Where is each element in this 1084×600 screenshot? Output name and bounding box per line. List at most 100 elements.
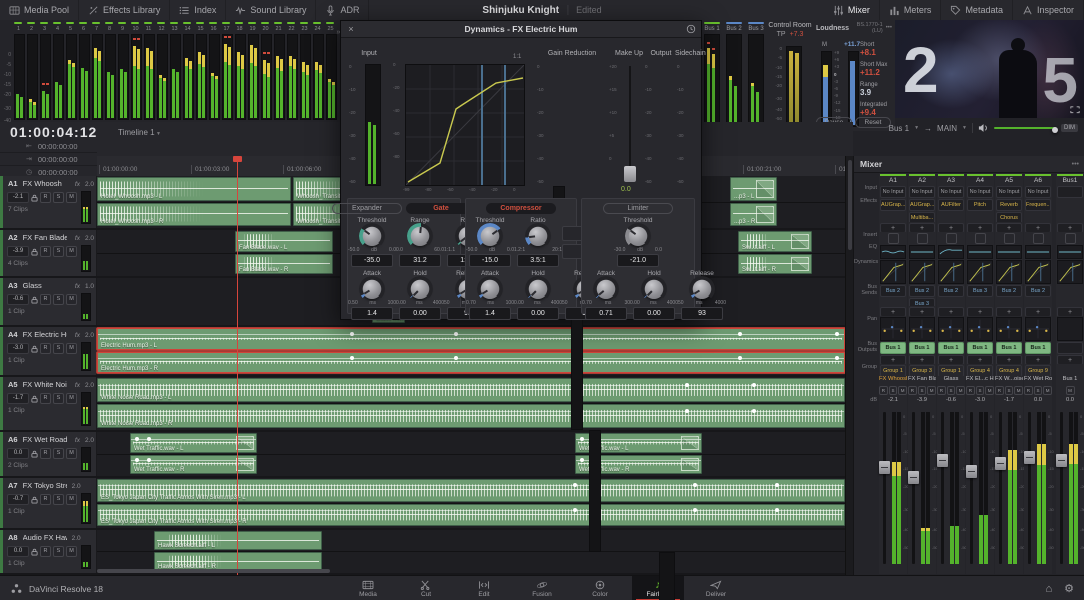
track-r-button[interactable]: R	[40, 343, 51, 354]
track-s-button[interactable]: S	[53, 294, 64, 305]
knob-value[interactable]: 0.71	[585, 307, 627, 320]
knob-control[interactable]	[477, 276, 503, 302]
strip-m-button[interactable]: M	[927, 386, 937, 395]
audio-clip[interactable]: ...p3 - L	[730, 177, 777, 201]
strip-s-button[interactable]: S	[1004, 386, 1014, 395]
fade-handle[interactable]	[756, 180, 774, 198]
knob-control[interactable]	[689, 276, 715, 302]
page-tab-color[interactable]: Color	[574, 576, 626, 600]
track-gain-value[interactable]: -3.9	[7, 246, 29, 257]
fade-handle[interactable]	[756, 205, 774, 223]
automation-point[interactable]	[774, 507, 779, 512]
dynamics-thumbnail[interactable]	[967, 260, 993, 284]
track-gain-value[interactable]: -3.0	[7, 343, 29, 354]
gate-tab-expander[interactable]: Expander	[332, 203, 402, 214]
strip-s-button[interactable]: S	[946, 386, 956, 395]
lock-icon[interactable]	[31, 194, 38, 202]
bus-send-slot[interactable]: Bus 2	[938, 285, 964, 297]
audio-clip[interactable]: ES_Tokyo Japan City Traffic Atmos With S…	[97, 503, 845, 526]
bus-send-slot[interactable]: Bus 2	[996, 285, 1022, 297]
knob-control[interactable]	[625, 223, 651, 249]
track-header-a7[interactable]: A7 FX Tokyo Street 2.0 -0.7 RSM 1 Clip	[0, 478, 97, 528]
automation-point[interactable]	[454, 332, 459, 337]
knob-control[interactable]	[593, 276, 619, 302]
effect-slot[interactable]: AUGrap...	[880, 199, 906, 211]
input-select[interactable]: No Input	[967, 186, 993, 198]
bus-output-select[interactable]: Bus 1	[938, 342, 964, 354]
eq-thumbnail[interactable]	[909, 245, 935, 259]
automation-point[interactable]	[834, 332, 839, 337]
expand-viewer-icon[interactable]	[1070, 106, 1080, 114]
track-header-a8[interactable]: A8 Audio FX Hawk Sc... 2.0 0.0 RSM 1 Clip	[0, 530, 97, 573]
bus-output-select[interactable]	[1057, 342, 1083, 354]
fade-handle[interactable]	[236, 436, 254, 450]
knob-control[interactable]	[641, 276, 667, 302]
toolbar-button-media-pool[interactable]: Media Pool	[0, 0, 80, 20]
strip-r-button[interactable]: R	[908, 386, 917, 395]
automation-point[interactable]	[692, 507, 697, 512]
knob-value[interactable]: 1.4	[351, 307, 393, 320]
automation-point[interactable]	[454, 355, 459, 360]
eq-thumbnail[interactable]	[880, 245, 906, 259]
audio-clip[interactable]: Hotel_Whoosh.mp3 - L	[97, 177, 291, 201]
fader-handle[interactable]	[908, 470, 919, 484]
automation-point[interactable]	[737, 332, 742, 337]
dynamics-thumbnail[interactable]	[1025, 260, 1051, 284]
insert-toggle[interactable]	[1003, 233, 1015, 244]
track-gain-value[interactable]: -1.7	[7, 393, 29, 404]
track-header-a1[interactable]: A1 FX Whoosh fx 2.0 -2.1 R S M 7 Clips	[0, 176, 97, 228]
track-s-button[interactable]: S	[53, 448, 64, 459]
audio-clip[interactable]: Hawk Screech.aiff - L	[154, 531, 322, 550]
automation-point[interactable]	[135, 436, 140, 441]
dynamics-thumbnail[interactable]	[1057, 260, 1083, 284]
strip-s-button[interactable]: S	[975, 386, 985, 395]
eq-thumbnail[interactable]	[938, 245, 964, 259]
strip-r-button[interactable]: R	[937, 386, 946, 395]
toolbar-button-sound-library[interactable]: Sound Library	[226, 0, 317, 20]
lock-icon[interactable]	[31, 248, 38, 256]
bus-output-select[interactable]: Bus 1	[967, 342, 993, 354]
effect-slot[interactable]: Reverb	[996, 199, 1022, 211]
compressor-tab-compressor[interactable]: Compressor	[486, 203, 556, 214]
bus-send-slot[interactable]: Bus 2	[880, 285, 906, 297]
audio-clip[interactable]: ...p3 - R	[730, 202, 777, 226]
dynamics-thumbnail[interactable]	[996, 260, 1022, 284]
audio-clip[interactable]: Fan Blade.wav - L	[235, 231, 333, 252]
strip-s-button[interactable]: S	[1033, 386, 1043, 395]
automation-point[interactable]	[146, 436, 151, 441]
track-gain-value[interactable]: 0.0	[7, 546, 29, 557]
dynamics-thumbnail[interactable]	[880, 260, 906, 284]
lock-icon[interactable]	[31, 496, 38, 504]
strip-s-button[interactable]: S	[888, 386, 898, 395]
effect-slot[interactable]: Frequen...	[1025, 199, 1051, 211]
fader-handle[interactable]	[937, 454, 948, 467]
page-tab-media[interactable]: Media	[342, 576, 394, 600]
lock-icon[interactable]	[31, 296, 38, 304]
makeup-slider[interactable]	[629, 66, 631, 182]
track-r-button[interactable]: R	[40, 546, 51, 557]
panel-toggle-metadata[interactable]: Metadata	[941, 0, 1013, 20]
track-s-button[interactable]: S	[53, 494, 64, 505]
track-m-button[interactable]: M	[66, 448, 77, 459]
knob-value[interactable]: 0.00	[399, 307, 441, 320]
panel-toggle-mixer[interactable]: Mixer	[824, 0, 880, 20]
panel-toggle-meters[interactable]: Meters	[880, 0, 942, 20]
page-tab-cut[interactable]: Cut	[400, 576, 452, 600]
page-tab-deliver[interactable]: Deliver	[690, 576, 742, 600]
effect-slot[interactable]: Pitch	[967, 199, 993, 211]
fader-handle[interactable]	[879, 461, 890, 474]
page-tab-fusion[interactable]: Fusion	[516, 576, 568, 600]
limiter-tab-limiter[interactable]: Limiter	[603, 203, 673, 214]
fader-handle[interactable]	[995, 456, 1006, 470]
monitor-dest-select[interactable]: MAIN	[937, 124, 957, 133]
knob-control[interactable]	[407, 276, 433, 302]
page-tab-fairlight[interactable]: ♪ Fairlight	[632, 576, 684, 600]
audio-clip[interactable]: ES_Tokyo Japan City Traffic Atmos With S…	[97, 479, 845, 502]
timeline-selector[interactable]: Timeline 1 ▼	[118, 128, 161, 137]
insert-toggle[interactable]	[974, 233, 986, 244]
bus-send-slot[interactable]: Bus 2	[1025, 285, 1051, 297]
eq-thumbnail[interactable]	[967, 245, 993, 259]
automation-point[interactable]	[580, 436, 585, 441]
fade-handle[interactable]	[791, 256, 809, 271]
audio-clip[interactable]: Hotel_Whoosh.mp3 - R	[97, 202, 291, 226]
